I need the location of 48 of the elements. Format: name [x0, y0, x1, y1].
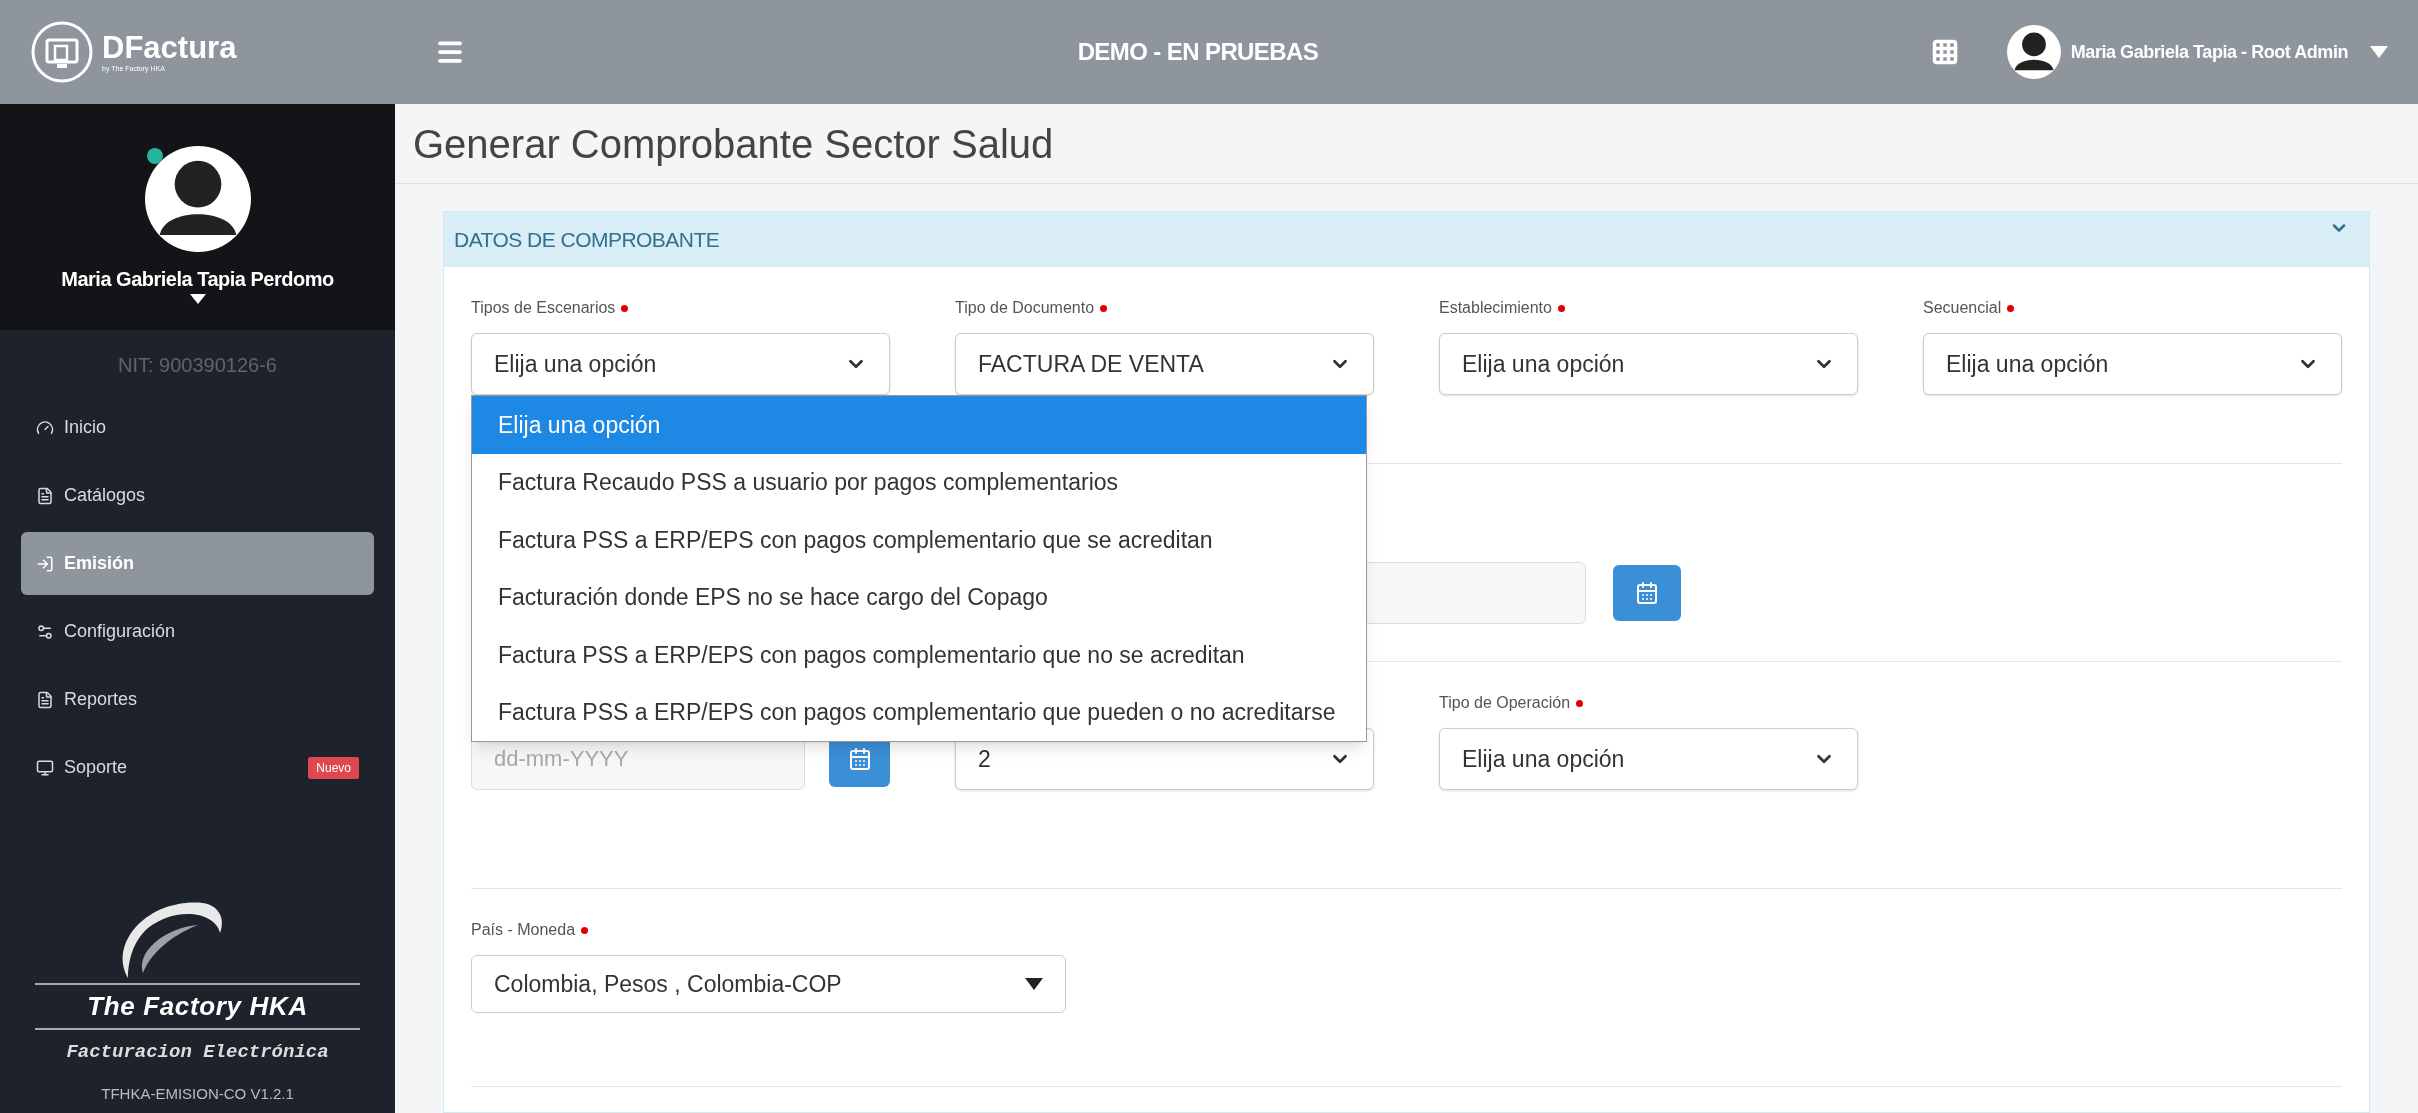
gauge-icon [36, 418, 54, 437]
apps-grid-icon[interactable] [1930, 38, 1959, 66]
page-title: Generar Comprobante Sector Salud [413, 120, 1054, 168]
panel-header[interactable]: DATOS DE COMPROBANTE [444, 212, 2369, 267]
select-field[interactable]: Elija una opción [1439, 728, 1858, 790]
settings-icon [36, 622, 54, 641]
field-label: País - Moneda [471, 920, 576, 940]
caret-down-icon[interactable] [189, 294, 206, 304]
dropdown-option[interactable]: Factura PSS a ERP/EPS con pagos complementario que pueden o no acreditarse [472, 683, 1366, 741]
select-field[interactable]: FACTURA DE VENTA [955, 333, 1374, 395]
environment-label: DEMO - EN PRUEBAS [1077, 37, 1319, 67]
caret-down-icon [1025, 978, 1043, 990]
sidebar-item[interactable]: Inicio [21, 396, 374, 459]
panel-title: DATOS DE COMPROBANTE [454, 226, 720, 253]
dropdown-option[interactable]: Factura PSS a ERP/EPS con pagos complementario que se acreditan [472, 511, 1366, 569]
monitor-icon [36, 758, 54, 777]
select-field[interactable]: Elija una opción [471, 333, 890, 395]
profile-name[interactable]: Maria Gabriela Tapia Perdomo [61, 264, 334, 294]
logo-title: The Factory HKA [87, 990, 308, 1023]
new-badge: Nuevo [308, 756, 359, 779]
field-label: Tipo de Operación [1439, 693, 1571, 713]
sidebar-item[interactable]: Configuración [21, 600, 374, 663]
select-field[interactable]: Elija una opción [1439, 333, 1858, 395]
field-label: Establecimiento [1439, 298, 1552, 318]
field-label: Tipo de Documento [955, 298, 1095, 318]
brand-logo-icon[interactable] [30, 20, 94, 84]
field-label: Tipos de Escenarios [471, 298, 616, 318]
calendar-button[interactable] [1613, 564, 1681, 621]
user-avatar [2006, 25, 2061, 79]
dropdown-option[interactable]: Elija una opción [472, 396, 1366, 454]
calendar-icon [1635, 580, 1659, 605]
document-icon [36, 690, 54, 709]
sidebar-item[interactable]: Catálogos [21, 464, 374, 527]
brand-name: DFactura [102, 32, 237, 63]
version-text: TFHKA-EMISION-CO V1.2.1 [101, 1083, 294, 1104]
document-icon [36, 486, 54, 505]
sign-in-icon [36, 554, 54, 573]
dropdown-option[interactable]: Factura PSS a ERP/EPS con pagos complementario que no se acreditan [472, 626, 1366, 684]
sidebar-item[interactable]: Soporte Nuevo [21, 736, 374, 799]
select-field[interactable]: Elija una opción [1923, 333, 2342, 395]
dropdown-option[interactable]: Factura Recaudo PSS a usuario por pagos complementarios [472, 453, 1366, 511]
sidebar-item[interactable]: Reportes [21, 668, 374, 731]
dropdown-option[interactable]: Facturación donde EPS no se hace cargo del Copago [472, 568, 1366, 626]
field-label: Secuencial [1923, 298, 2002, 318]
logo-subtitle: Facturacion Electrónica [66, 1040, 329, 1065]
select-field[interactable]: Colombia, Pesos , Colombia-COP [471, 955, 1066, 1013]
calendar-icon [847, 747, 872, 771]
nit-text: NIT: 900390126-6 [118, 353, 277, 378]
